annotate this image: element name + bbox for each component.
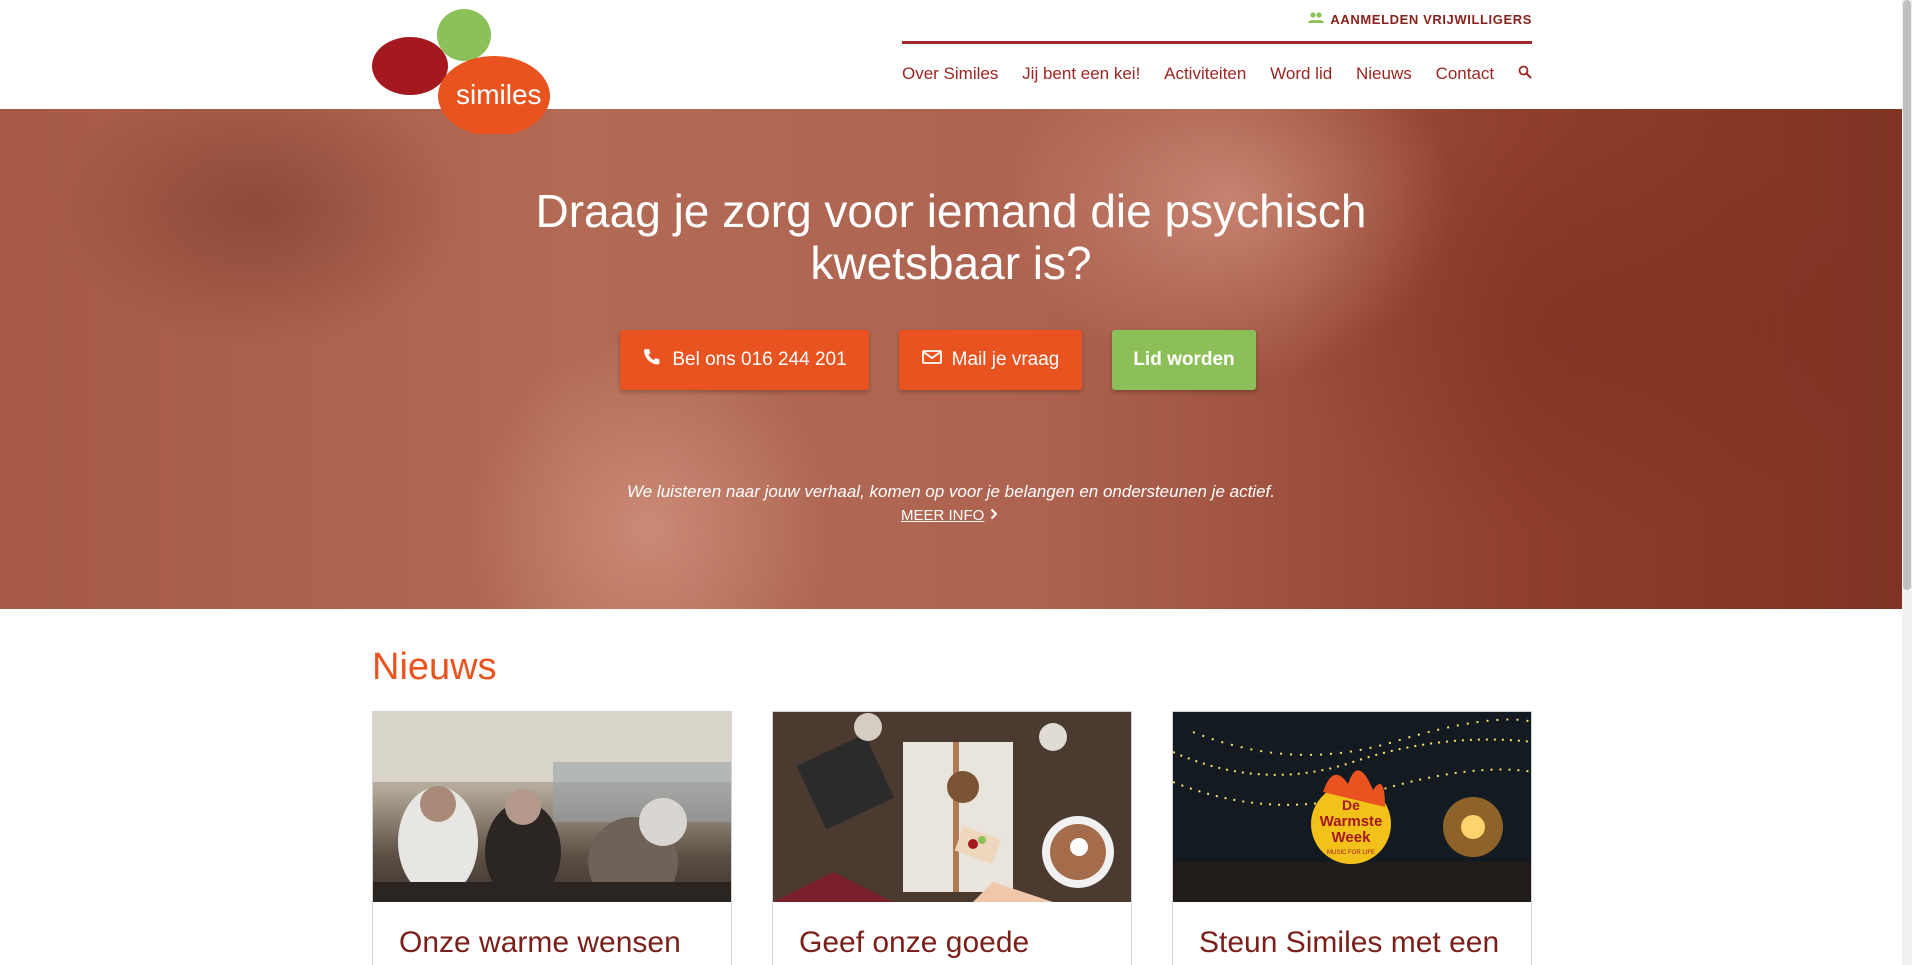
site-header: similes AANMELDEN VRIJWILLIGERS Over Sim…: [0, 0, 1902, 136]
news-card-image: [773, 712, 1131, 902]
chevron-right-icon: [990, 507, 998, 524]
more-info-link[interactable]: MEER INFO: [901, 507, 998, 524]
warmste-week-badge-text-1: De: [1342, 797, 1360, 813]
call-button-label: Bel ons 016 244 201: [672, 349, 847, 370]
main-nav: Over Similes Jij bent een kei! Activitei…: [902, 64, 1532, 84]
news-heading: Nieuws: [372, 646, 497, 688]
mail-button[interactable]: Mail je vraag: [899, 330, 1082, 390]
nav-item-over-similes[interactable]: Over Similes: [902, 64, 998, 84]
page-scrollbar[interactable]: [1902, 0, 1912, 965]
hero-title: Draag je zorg voor iemand die psychisch …: [0, 185, 1902, 289]
top-bar: AANMELDEN VRIJWILLIGERS: [902, 10, 1532, 44]
nav-item-activiteiten[interactable]: Activiteiten: [1164, 64, 1246, 84]
news-card[interactable]: Geef onze goede: [772, 711, 1132, 965]
similes-logo[interactable]: similes: [372, 8, 550, 136]
nav-item-nieuws[interactable]: Nieuws: [1356, 64, 1412, 84]
news-card-title: Steun Similes met een: [1199, 926, 1500, 959]
hero-title-line-1: Draag je zorg voor iemand die psychisch: [535, 185, 1367, 237]
warmste-week-badge-text-4: MUSIC FOR LIFE: [1327, 850, 1375, 856]
more-info-label: MEER INFO: [901, 507, 985, 524]
news-card-image: [373, 712, 731, 902]
warmste-week-badge-text-3: Week: [1332, 829, 1372, 846]
news-card-title: Onze warme wensen: [399, 926, 681, 959]
call-button[interactable]: Bel ons 016 244 201: [620, 330, 869, 390]
join-button-label: Lid worden: [1133, 349, 1235, 370]
logo-red-blob: [372, 37, 448, 95]
hero-subtitle: We luisteren naar jouw verhaal, komen op…: [627, 482, 1275, 501]
hero-title-line-2: kwetsbaar is?: [810, 237, 1092, 289]
hero-banner: Draag je zorg voor iemand die psychisch …: [0, 109, 1902, 609]
volunteer-signup-link[interactable]: AANMELDEN VRIJWILLIGERS: [1308, 12, 1532, 27]
logo-text: similes: [456, 79, 542, 110]
logo-green-blob: [437, 9, 491, 61]
join-button[interactable]: Lid worden: [1112, 330, 1256, 390]
nav-item-contact[interactable]: Contact: [1436, 64, 1495, 84]
nav-item-word-lid[interactable]: Word lid: [1270, 64, 1332, 84]
volunteer-signup-label: AANMELDEN VRIJWILLIGERS: [1330, 12, 1532, 27]
news-card-image: De Warmste Week MUSIC FOR LIFE: [1173, 712, 1531, 902]
news-card[interactable]: De Warmste Week MUSIC FOR LIFE Steun Sim…: [1172, 711, 1532, 965]
people-icon: [1308, 12, 1325, 27]
phone-icon: [642, 348, 662, 372]
news-card[interactable]: Onze warme wensen: [372, 711, 732, 965]
warmste-week-badge-text-2: Warmste: [1320, 813, 1383, 830]
scrollbar-thumb[interactable]: [1903, 0, 1911, 590]
news-card-title: Geef onze goede: [799, 926, 1030, 959]
search-icon[interactable]: [1518, 64, 1532, 84]
mail-icon: [921, 348, 942, 372]
mail-button-label: Mail je vraag: [951, 349, 1060, 370]
nav-item-jij-bent-een-kei[interactable]: Jij bent een kei!: [1022, 64, 1140, 84]
hero-buttons: Bel ons 016 244 201 Mail je vraag Lid wo…: [620, 330, 1256, 390]
